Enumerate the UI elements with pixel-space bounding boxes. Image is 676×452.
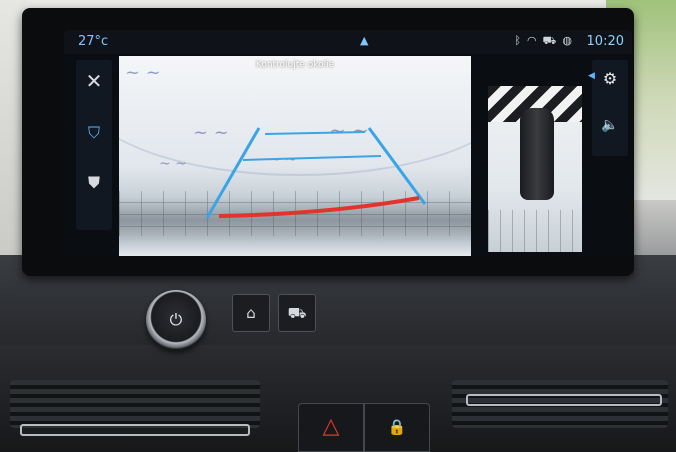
settings-gear-icon[interactable]: ⚙ bbox=[592, 64, 628, 94]
status-bar: 27°c ▲ ᛒ◠⛟◍ 10:20 bbox=[64, 30, 632, 54]
status-icons: ᛒ◠⛟◍ bbox=[514, 34, 578, 49]
left-side-menu: ✕ ⛉ ⛊ bbox=[76, 60, 112, 230]
power-icon: ⏻ bbox=[169, 310, 183, 329]
home-icon: ⌂ bbox=[246, 304, 256, 322]
hazard-triangle-icon: △ bbox=[322, 414, 340, 439]
rear-camera-view-icon[interactable]: ⛉ bbox=[76, 118, 112, 148]
right-side-menu: ◀ ⚙ 🔈 bbox=[588, 60, 628, 156]
guide-mid-line bbox=[242, 155, 382, 161]
top-view-camera-feed bbox=[488, 86, 582, 252]
car-button[interactable]: ⛟ bbox=[278, 294, 316, 332]
infotainment-screen: 27°c ▲ ᛒ◠⛟◍ 10:20 ✕ ⛉ ⛊ ~ ~ ~ ~ ~ ~ ~ ~ … bbox=[64, 30, 632, 256]
power-knob[interactable]: ⏻ bbox=[146, 290, 206, 350]
car-icon: ⛟ bbox=[542, 34, 563, 47]
floor-tiles bbox=[488, 210, 582, 252]
air-vent-left bbox=[10, 380, 260, 436]
clock: 10:20 bbox=[586, 34, 624, 49]
temperature-readout: 27°c bbox=[78, 34, 109, 49]
dashboard-photo: 27°c ▲ ᛒ◠⛟◍ 10:20 ✕ ⛉ ⛊ ~ ~ ~ ~ ~ ~ ~ ~ … bbox=[0, 0, 676, 452]
guide-far-line bbox=[264, 131, 366, 135]
volume-icon[interactable]: 🔈 bbox=[592, 110, 628, 140]
lock-icon: 🔒 bbox=[387, 418, 407, 436]
bluetooth-icon: ᛒ bbox=[514, 34, 527, 47]
guide-left-line bbox=[205, 127, 261, 219]
lock-button[interactable]: 🔒 bbox=[364, 403, 430, 452]
close-icon[interactable]: ✕ bbox=[76, 66, 112, 96]
vent-slider[interactable] bbox=[466, 394, 662, 406]
home-indicator-icon[interactable]: ▲ bbox=[360, 34, 368, 47]
wifi-icon: ◠ bbox=[526, 34, 543, 47]
car-icon: ⛟ bbox=[287, 304, 307, 322]
screen-bezel: 27°c ▲ ᛒ◠⛟◍ 10:20 ✕ ⛉ ⛊ ~ ~ ~ ~ ~ ~ ~ ~ … bbox=[22, 8, 634, 276]
air-vent-right bbox=[452, 380, 668, 428]
guide-near-line bbox=[218, 196, 420, 218]
signal-icon: ◍ bbox=[562, 34, 578, 47]
rear-camera-feed: ~ ~ ~ ~ ~ ~ ~ ~ ~ ~ Kontrolujte okolie bbox=[119, 56, 471, 256]
car-silhouette bbox=[520, 108, 554, 200]
home-button[interactable]: ⌂ bbox=[232, 294, 270, 332]
parking-guide-lines bbox=[205, 127, 427, 219]
hazard-button[interactable]: △ bbox=[298, 403, 364, 452]
vent-slider[interactable] bbox=[20, 424, 250, 436]
camera-alt-view-icon[interactable]: ⛊ bbox=[76, 168, 112, 198]
guide-right-line bbox=[367, 127, 427, 205]
